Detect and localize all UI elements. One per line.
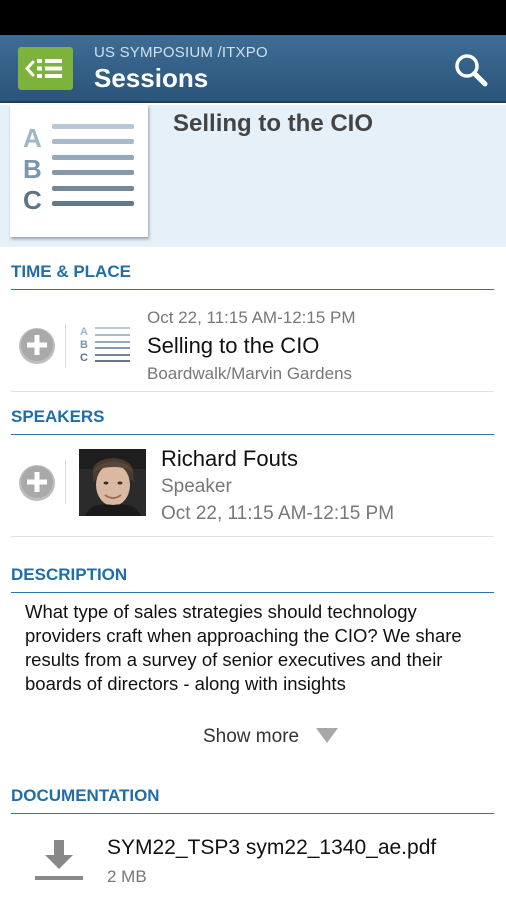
thumb-letter-c: C — [23, 185, 42, 215]
plus-circle-icon[interactable] — [17, 326, 57, 366]
icon-letter-b: B — [80, 339, 88, 351]
download-icon[interactable] — [33, 838, 85, 884]
abc-list-icon: A B C — [80, 324, 132, 366]
speaker-name[interactable]: Richard Fouts — [161, 446, 298, 472]
row-separator — [65, 460, 66, 504]
session-time: Oct 22, 11:15 AM-12:15 PM — [147, 308, 356, 327]
action-bar: US SYMPOSIUM /ITXPO Sessions — [0, 35, 506, 103]
document-size: 2 MB — [107, 867, 147, 886]
speakers-heading: SPEAKERS — [11, 407, 494, 435]
description-text: What type of sales strategies should tec… — [25, 601, 462, 694]
divider — [11, 536, 494, 537]
abc-list-icon: A B C — [10, 105, 148, 237]
documentation-heading: DOCUMENTATION — [11, 786, 494, 814]
thumb-letter-a: A — [23, 123, 42, 153]
triangle-down-icon[interactable] — [316, 728, 338, 749]
icon-letter-c: C — [80, 352, 88, 364]
row-separator — [65, 324, 66, 368]
list-back-icon[interactable] — [18, 47, 73, 90]
icon-letter-a: A — [80, 326, 88, 338]
time-place-heading: TIME & PLACE — [11, 262, 494, 290]
status-bar — [0, 0, 506, 35]
page-title: Sessions — [94, 63, 209, 93]
description-heading: DESCRIPTION — [11, 565, 494, 593]
session-header: A B C Selling to the CIO — [0, 105, 506, 247]
thumb-letter-b: B — [23, 154, 42, 184]
divider — [11, 391, 494, 392]
app-subtitle: US SYMPOSIUM /ITXPO — [94, 44, 268, 61]
show-more-button[interactable]: Show more — [203, 726, 299, 748]
plus-circle-icon[interactable] — [17, 463, 57, 503]
search-icon[interactable] — [452, 51, 490, 89]
session-name[interactable]: Selling to the CIO — [147, 333, 319, 359]
speaker-role: Speaker — [161, 476, 232, 497]
document-link[interactable]: SYM22_TSP3 sym22_1340_ae.pdf — [107, 836, 436, 860]
speaker-time: Oct 22, 11:15 AM-12:15 PM — [161, 503, 395, 524]
speaker-avatar[interactable] — [79, 449, 146, 516]
session-location: Boardwalk/Marvin Gardens — [147, 364, 353, 383]
session-title: Selling to the CIO — [173, 110, 374, 137]
